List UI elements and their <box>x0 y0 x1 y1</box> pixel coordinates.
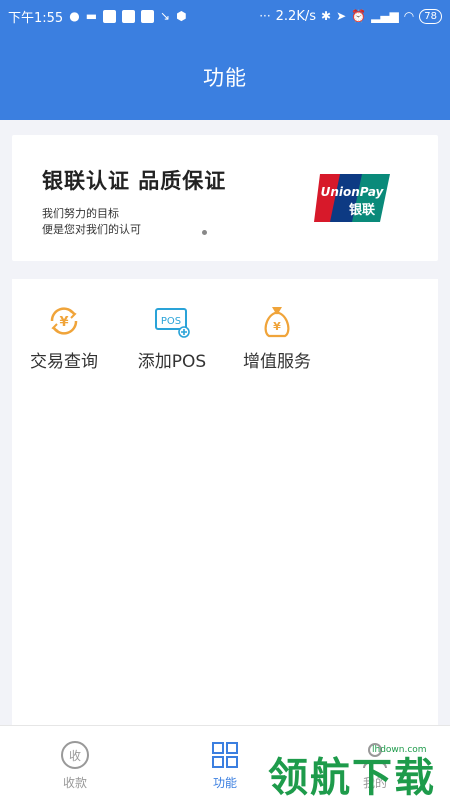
collect-icon: 收 <box>61 741 89 769</box>
tab-functions[interactable]: 功能 <box>180 740 270 791</box>
status-time: 下午1:55 <box>8 10 64 26</box>
app-notification-icon-3 <box>141 9 155 23</box>
missed-call-icon: ↘ <box>160 9 171 23</box>
function-panel: ¥ 交易查询 POS 添加POS ¥ 增值服务 <box>12 279 438 725</box>
status-bar: 下午1:55 ● ▬ ↘ ⬢ ··· 2.2K/s ✱ ➤ ⏰ ▂▄▆ ◠ 78 <box>0 0 450 32</box>
alarm-icon: ⏰ <box>351 9 367 23</box>
bluetooth-icon: ✱ <box>321 9 332 23</box>
function-label: 增值服务 <box>243 352 311 372</box>
tab-collect[interactable]: 收 收款 <box>30 740 120 791</box>
grid-icon <box>212 742 238 768</box>
svg-text:¥: ¥ <box>273 320 281 333</box>
promo-banner[interactable]: 银联认证 品质保证 我们努力的目标 便是您对我们的认可 UnionPay 银联 <box>12 135 438 261</box>
pos-add-icon: POS <box>155 308 190 338</box>
battery-icon: 78 <box>419 8 442 24</box>
location-icon: ➤ <box>336 9 347 23</box>
tab-label: 功能 <box>212 776 237 790</box>
banner-subtitle-1: 我们努力的目标 <box>42 207 119 220</box>
unionpay-logo: UnionPay 银联 <box>314 174 390 222</box>
app-header: 下午1:55 ● ▬ ↘ ⬢ ··· 2.2K/s ✱ ➤ ⏰ ▂▄▆ ◠ 78… <box>0 0 450 120</box>
svg-text:¥: ¥ <box>59 315 68 330</box>
unionpay-logo-text-cn: 银联 <box>349 202 375 218</box>
function-label: 添加POS <box>137 352 207 372</box>
function-label: 交易查询 <box>30 352 98 372</box>
shield-icon: ⬢ <box>176 9 187 23</box>
watermark-text: 领航下载 <box>268 755 436 800</box>
function-add-pos[interactable]: POS 添加POS <box>122 303 222 372</box>
wechat-icon: ● <box>69 9 80 23</box>
wifi-icon: ◠ <box>403 9 415 23</box>
network-speed: 2.2K/s <box>275 8 317 24</box>
function-value-added-service[interactable]: ¥ 增值服务 <box>227 303 327 372</box>
money-bag-icon: ¥ <box>264 307 290 338</box>
signal-icon: ▂▄▆ <box>371 9 399 23</box>
svg-text:收: 收 <box>69 749 81 763</box>
banner-title: 银联认证 品质保证 <box>42 169 227 193</box>
yuan-exchange-icon: ¥ <box>50 307 78 335</box>
page-title: 功能 <box>203 66 247 90</box>
unionpay-logo-text-en: UnionPay <box>321 185 385 199</box>
svg-text:POS: POS <box>161 316 181 327</box>
more-icon: ··· <box>259 9 271 23</box>
message-icon: ▬ <box>85 9 98 23</box>
banner-page-indicator <box>202 230 207 235</box>
app-notification-icon-2 <box>122 9 136 23</box>
app-notification-icon <box>103 9 117 23</box>
function-transaction-query[interactable]: ¥ 交易查询 <box>14 303 114 372</box>
banner-subtitle-2: 便是您对我们的认可 <box>42 223 141 236</box>
tab-label: 收款 <box>62 776 87 790</box>
